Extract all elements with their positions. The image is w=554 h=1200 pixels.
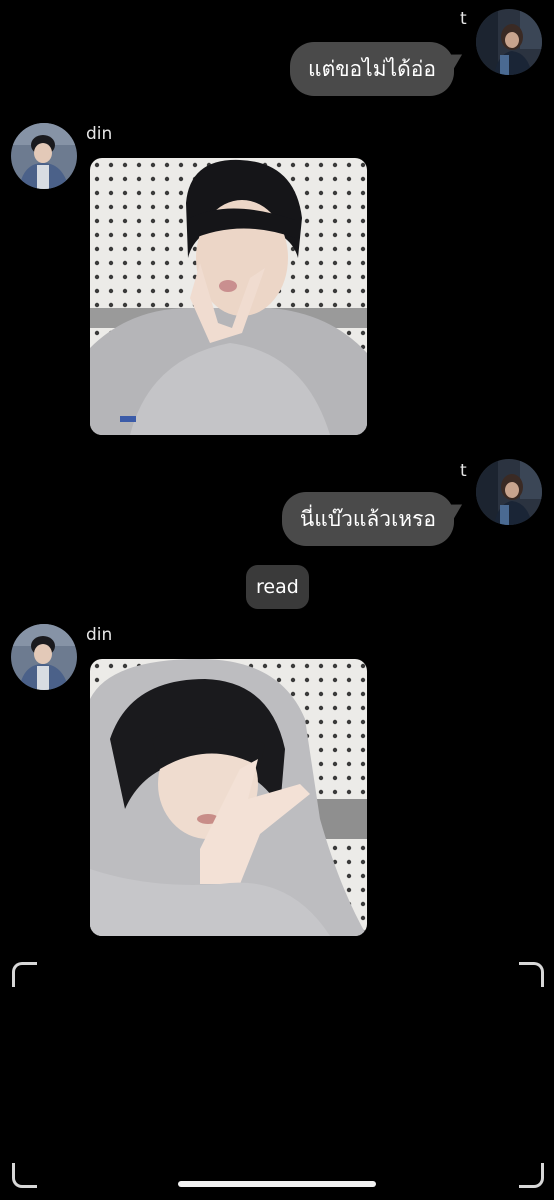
avatar-t[interactable]: [476, 9, 542, 75]
photo-attachment[interactable]: [90, 659, 367, 936]
message-text: แต่ขอไม่ได้อ่อ: [308, 57, 436, 81]
camera-frame-corner-icon: [519, 1163, 544, 1188]
camera-frame-corner-icon: [519, 962, 544, 987]
bubble-tail: [445, 47, 467, 69]
outgoing-message-bubble[interactable]: แต่ขอไม่ได้อ่อ: [290, 42, 467, 96]
avatar-t[interactable]: [476, 459, 542, 525]
read-status-badge: read: [246, 565, 309, 609]
avatar-din[interactable]: [11, 123, 77, 189]
sender-name-t: t: [460, 461, 467, 481]
home-indicator[interactable]: [178, 1181, 376, 1187]
message-text: นี่แบ๊วแล้วเหรอ: [299, 507, 436, 531]
photo-attachment[interactable]: [90, 158, 367, 435]
sender-name-t: t: [460, 9, 467, 29]
bubble-tail: [445, 497, 467, 519]
camera-frame-corner-icon: [12, 1163, 37, 1188]
outgoing-message-bubble[interactable]: นี่แบ๊วแล้วเหรอ: [281, 492, 467, 546]
camera-frame-corner-icon: [12, 962, 37, 987]
sender-name-din: din: [86, 625, 113, 645]
avatar-din[interactable]: [11, 624, 77, 690]
sender-name-din: din: [86, 124, 113, 144]
